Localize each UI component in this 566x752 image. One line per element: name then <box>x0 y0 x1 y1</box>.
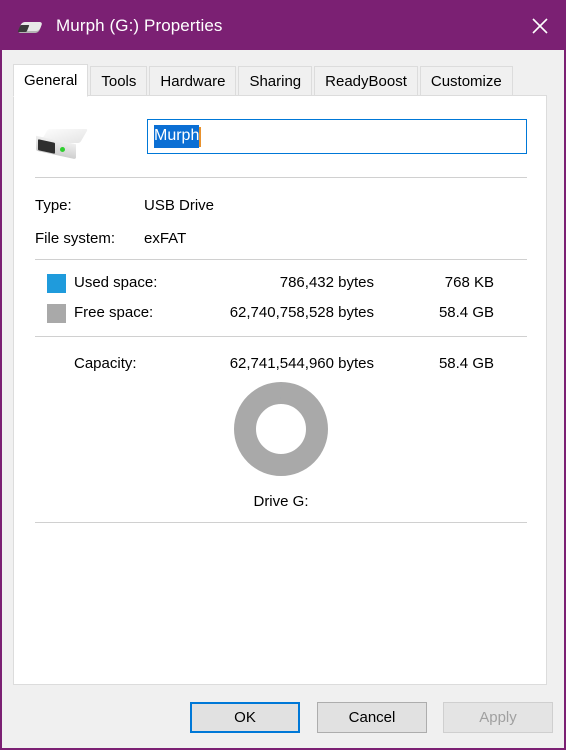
ok-button[interactable]: OK <box>190 702 300 733</box>
used-space-row: Used space: 786,432 bytes 768 KB <box>14 270 548 296</box>
tab-tools[interactable]: Tools <box>90 66 148 96</box>
separator-4 <box>35 522 527 523</box>
capacity-bytes: 62,741,544,960 bytes <box>229 355 374 372</box>
title-bar: Murph (G:) Properties <box>2 2 564 50</box>
filesystem-row: File system: exFAT <box>14 227 548 255</box>
separator-1 <box>35 177 527 178</box>
tab-general[interactable]: General <box>13 64 89 97</box>
capacity-row: Capacity: 62,741,544,960 bytes 58.4 GB <box>14 351 548 377</box>
used-space-swatch <box>47 274 66 293</box>
usb-drive-icon <box>17 17 44 35</box>
used-space-human: 768 KB <box>444 274 494 291</box>
donut-free-segment <box>234 382 328 476</box>
tab-hardware[interactable]: Hardware <box>149 66 237 96</box>
type-label: Type: <box>35 197 72 214</box>
filesystem-value: exFAT <box>144 230 187 247</box>
free-space-human: 58.4 GB <box>438 304 494 321</box>
separator-2 <box>35 259 527 260</box>
free-space-swatch <box>47 304 66 323</box>
separator-3 <box>35 336 527 337</box>
volume-label-row: Murph <box>14 113 548 175</box>
type-value: USB Drive <box>144 197 215 214</box>
free-space-label: Free space: <box>74 304 154 321</box>
tab-readyboost[interactable]: ReadyBoost <box>314 66 418 96</box>
dialog-button-bar: OK Cancel Apply <box>2 698 564 752</box>
close-icon[interactable] <box>516 2 564 50</box>
tab-sharing[interactable]: Sharing <box>238 66 313 96</box>
drive-caption: Drive G: <box>253 493 309 510</box>
properties-dialog: Murph (G:) Properties General Tools Hard… <box>0 0 566 750</box>
apply-button: Apply <box>443 702 553 733</box>
text-caret <box>199 126 202 147</box>
volume-label-input[interactable]: Murph <box>147 119 527 154</box>
usb-drive-icon <box>36 125 92 165</box>
used-space-bytes: 786,432 bytes <box>279 274 374 291</box>
cancel-button[interactable]: Cancel <box>317 702 427 733</box>
free-space-row: Free space: 62,740,758,528 bytes 58.4 GB <box>14 300 548 326</box>
tab-customize[interactable]: Customize <box>419 66 513 96</box>
disk-usage-donut-chart <box>14 381 548 477</box>
capacity-human: 58.4 GB <box>438 355 494 372</box>
general-tab-panel: Murph Type: USB Drive File system: exFAT… <box>13 95 547 685</box>
tab-strip: General Tools Hardware Sharing ReadyBoos… <box>13 64 515 97</box>
volume-label-value: Murph <box>154 125 200 148</box>
type-row: Type: USB Drive <box>14 194 548 222</box>
window-title: Murph (G:) Properties <box>56 16 223 35</box>
filesystem-label: File system: <box>35 230 116 247</box>
free-space-bytes: 62,740,758,528 bytes <box>229 304 374 321</box>
capacity-label: Capacity: <box>74 355 137 372</box>
